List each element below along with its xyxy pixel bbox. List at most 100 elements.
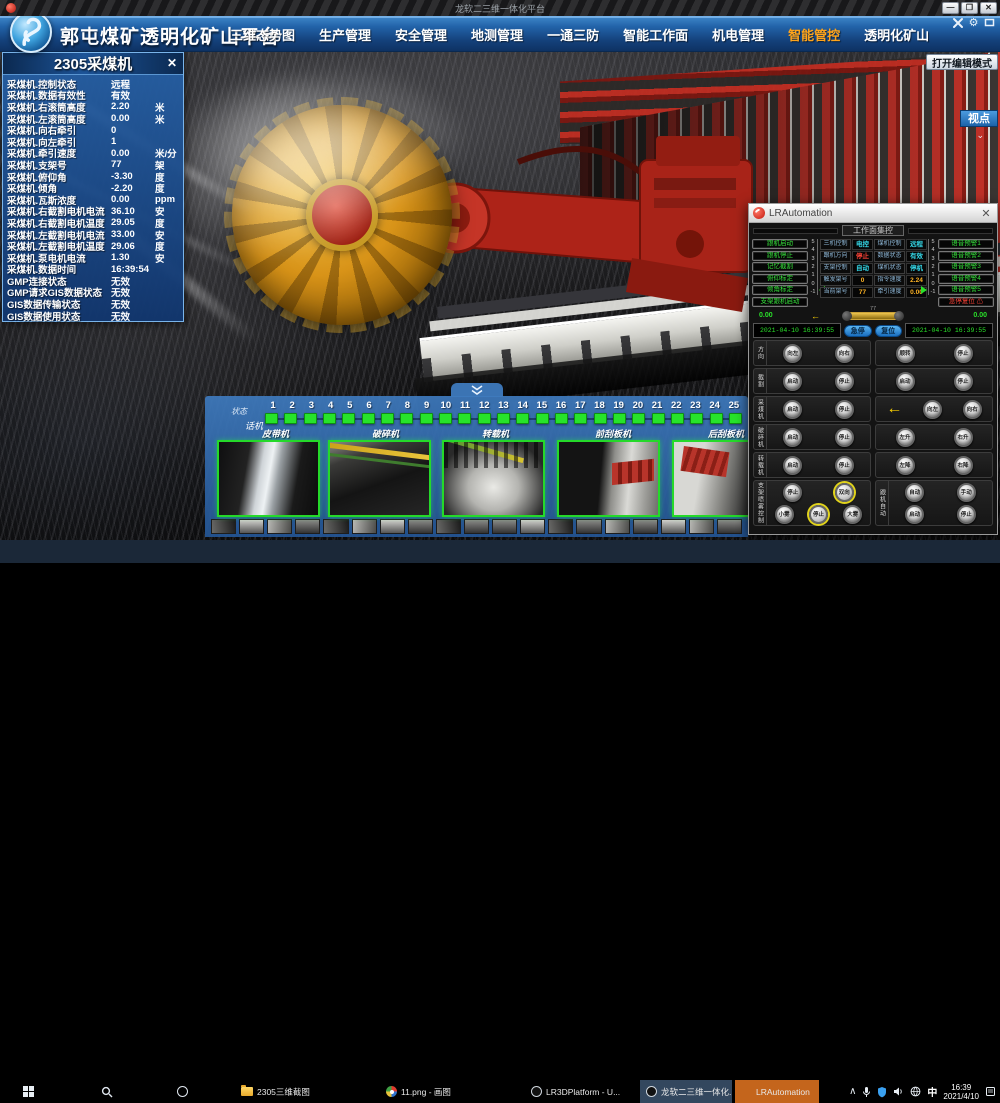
taskbar-app-1[interactable]: 2305三维截图	[235, 1080, 347, 1103]
automation-function-button[interactable]: 语音预警5	[938, 285, 994, 295]
filmstrip-thumb[interactable]	[548, 519, 573, 534]
nav-item-1[interactable]: 三维态势图	[230, 25, 295, 44]
camera-thumb-5[interactable]	[672, 440, 748, 517]
nav-item-7[interactable]: 机电管理	[712, 25, 764, 44]
automation-function-button[interactable]: 语音预警1	[938, 239, 994, 249]
filmstrip-thumb[interactable]	[492, 519, 517, 534]
filmstrip-thumb[interactable]	[661, 519, 686, 534]
control-button[interactable]: 大雾	[843, 505, 862, 524]
shearer-position-slider[interactable]: 0.00 77 ← 0.00	[755, 310, 991, 322]
tray-caret-icon[interactable]: ∧	[849, 1080, 856, 1103]
taskbar-app-2[interactable]: 11.png - 画图	[380, 1080, 490, 1103]
automation-function-button[interactable]: 倾角标定	[752, 285, 808, 295]
start-button[interactable]	[14, 1080, 42, 1103]
filmstrip-thumb[interactable]	[605, 519, 630, 534]
control-button[interactable]: 顺转	[896, 344, 915, 363]
close-button[interactable]: ✕	[980, 2, 997, 14]
control-button[interactable]: 启动	[783, 456, 802, 475]
control-button[interactable]: 停止	[783, 483, 802, 502]
open-edit-mode-button[interactable]: 打开编辑模式	[926, 54, 998, 70]
filmstrip-thumb[interactable]	[689, 519, 714, 534]
ime-indicator[interactable]: 中	[927, 1084, 937, 1099]
tools-icon[interactable]	[951, 17, 964, 30]
control-button[interactable]: 向右	[835, 344, 854, 363]
nav-item-3[interactable]: 安全管理	[395, 25, 447, 44]
control-button[interactable]: 左降	[896, 456, 915, 475]
speaker-icon[interactable]	[893, 1086, 904, 1097]
nav-item-9[interactable]: 透明化矿山	[864, 25, 929, 44]
filmstrip-thumb[interactable]	[520, 519, 545, 534]
automation-function-button[interactable]: 语音预警3	[938, 262, 994, 272]
camera-thumb-2[interactable]	[328, 440, 431, 517]
nav-item-2[interactable]: 生产管理	[319, 25, 371, 44]
filmstrip-thumb[interactable]	[211, 519, 236, 534]
control-button[interactable]: 启动	[783, 428, 802, 447]
lrautomation-close-icon[interactable]: ✕	[979, 207, 993, 220]
control-button[interactable]: 停止	[835, 400, 854, 419]
control-button[interactable]: 停止	[954, 344, 973, 363]
security-shield-icon[interactable]	[877, 1086, 887, 1098]
filmstrip-thumb[interactable]	[295, 519, 320, 534]
camera-thumb-1[interactable]	[217, 440, 320, 517]
automation-function-button[interactable]: 急停复位 ⚠	[938, 297, 994, 307]
control-button[interactable]: 停止	[809, 505, 828, 524]
nav-item-6[interactable]: 智能工作面	[623, 25, 688, 44]
viewpoint-button[interactable]: 视点	[960, 110, 998, 127]
dock-collapse-tab[interactable]	[451, 383, 503, 397]
workface-control-tab[interactable]: 工作面集控	[842, 225, 904, 236]
control-button[interactable]: 停止	[954, 372, 973, 391]
camera-thumb-3[interactable]	[442, 440, 545, 517]
control-button[interactable]: 停止	[835, 372, 854, 391]
nav-item-8[interactable]: 智能管控	[788, 25, 840, 44]
control-button[interactable]: 向左	[783, 344, 802, 363]
filmstrip-thumb[interactable]	[633, 519, 658, 534]
filmstrip-thumb[interactable]	[380, 519, 405, 534]
control-button[interactable]: 手动	[957, 483, 976, 502]
lrautomation-titlebar[interactable]: LRAutomation ✕	[749, 204, 997, 223]
reset-button[interactable]: 复位	[875, 325, 903, 337]
minimize-button[interactable]: —	[942, 2, 959, 14]
window-mode-icon[interactable]	[983, 17, 996, 30]
task-view-icon[interactable]	[170, 1080, 194, 1103]
automation-function-button[interactable]: 跟机停止	[752, 251, 808, 261]
automation-function-button[interactable]: 记忆截割	[752, 262, 808, 272]
nav-item-5[interactable]: 一通三防	[547, 25, 599, 44]
filmstrip-thumb[interactable]	[408, 519, 433, 534]
filmstrip-thumb[interactable]	[436, 519, 461, 534]
control-button[interactable]: 启动	[896, 372, 915, 391]
control-button[interactable]: 启动	[905, 505, 924, 524]
notification-center-icon[interactable]	[985, 1086, 996, 1097]
control-button[interactable]: 启动	[783, 372, 802, 391]
control-button[interactable]: 右降	[954, 456, 973, 475]
microphone-icon[interactable]	[862, 1086, 871, 1098]
automation-function-button[interactable]: 语音预警4	[938, 274, 994, 284]
search-icon[interactable]	[95, 1080, 119, 1103]
control-button[interactable]: 双向	[835, 483, 854, 502]
filmstrip-thumb[interactable]	[267, 519, 292, 534]
nav-item-4[interactable]: 地测管理	[471, 25, 523, 44]
camera-thumb-4[interactable]	[557, 440, 660, 517]
control-button[interactable]: 停止	[835, 428, 854, 447]
control-button[interactable]: 小雾	[775, 505, 794, 524]
control-button[interactable]: 启动	[783, 400, 802, 419]
gear-icon[interactable]: ⚙	[967, 17, 980, 30]
filmstrip-thumb[interactable]	[352, 519, 377, 534]
filmstrip-thumb[interactable]	[717, 519, 742, 534]
control-button[interactable]: 停止	[835, 456, 854, 475]
automation-function-button[interactable]: 语音预警2	[938, 251, 994, 261]
automation-function-button[interactable]: 支架跟机启动	[752, 297, 808, 307]
control-button[interactable]: 停止	[957, 505, 976, 524]
filmstrip-thumb[interactable]	[576, 519, 601, 534]
taskbar-app-3[interactable]: LR3DPlatform - U...	[525, 1080, 635, 1103]
control-button[interactable]: 向右	[963, 400, 982, 419]
taskbar-app-4[interactable]: 龙软二三维一体化...	[640, 1080, 732, 1103]
panel-close-icon[interactable]: ✕	[164, 56, 180, 71]
filmstrip-thumb[interactable]	[464, 519, 489, 534]
taskbar-app-5[interactable]: LRAutomation	[735, 1080, 819, 1103]
automation-function-button[interactable]: 跟机启动	[752, 239, 808, 249]
control-button[interactable]: 右升	[954, 428, 973, 447]
control-button[interactable]: 向左	[923, 400, 942, 419]
taskbar-clock[interactable]: 16:39 2021/4/10	[943, 1083, 979, 1101]
filmstrip-thumb[interactable]	[323, 519, 348, 534]
automation-function-button[interactable]: 俯仰标定	[752, 274, 808, 284]
